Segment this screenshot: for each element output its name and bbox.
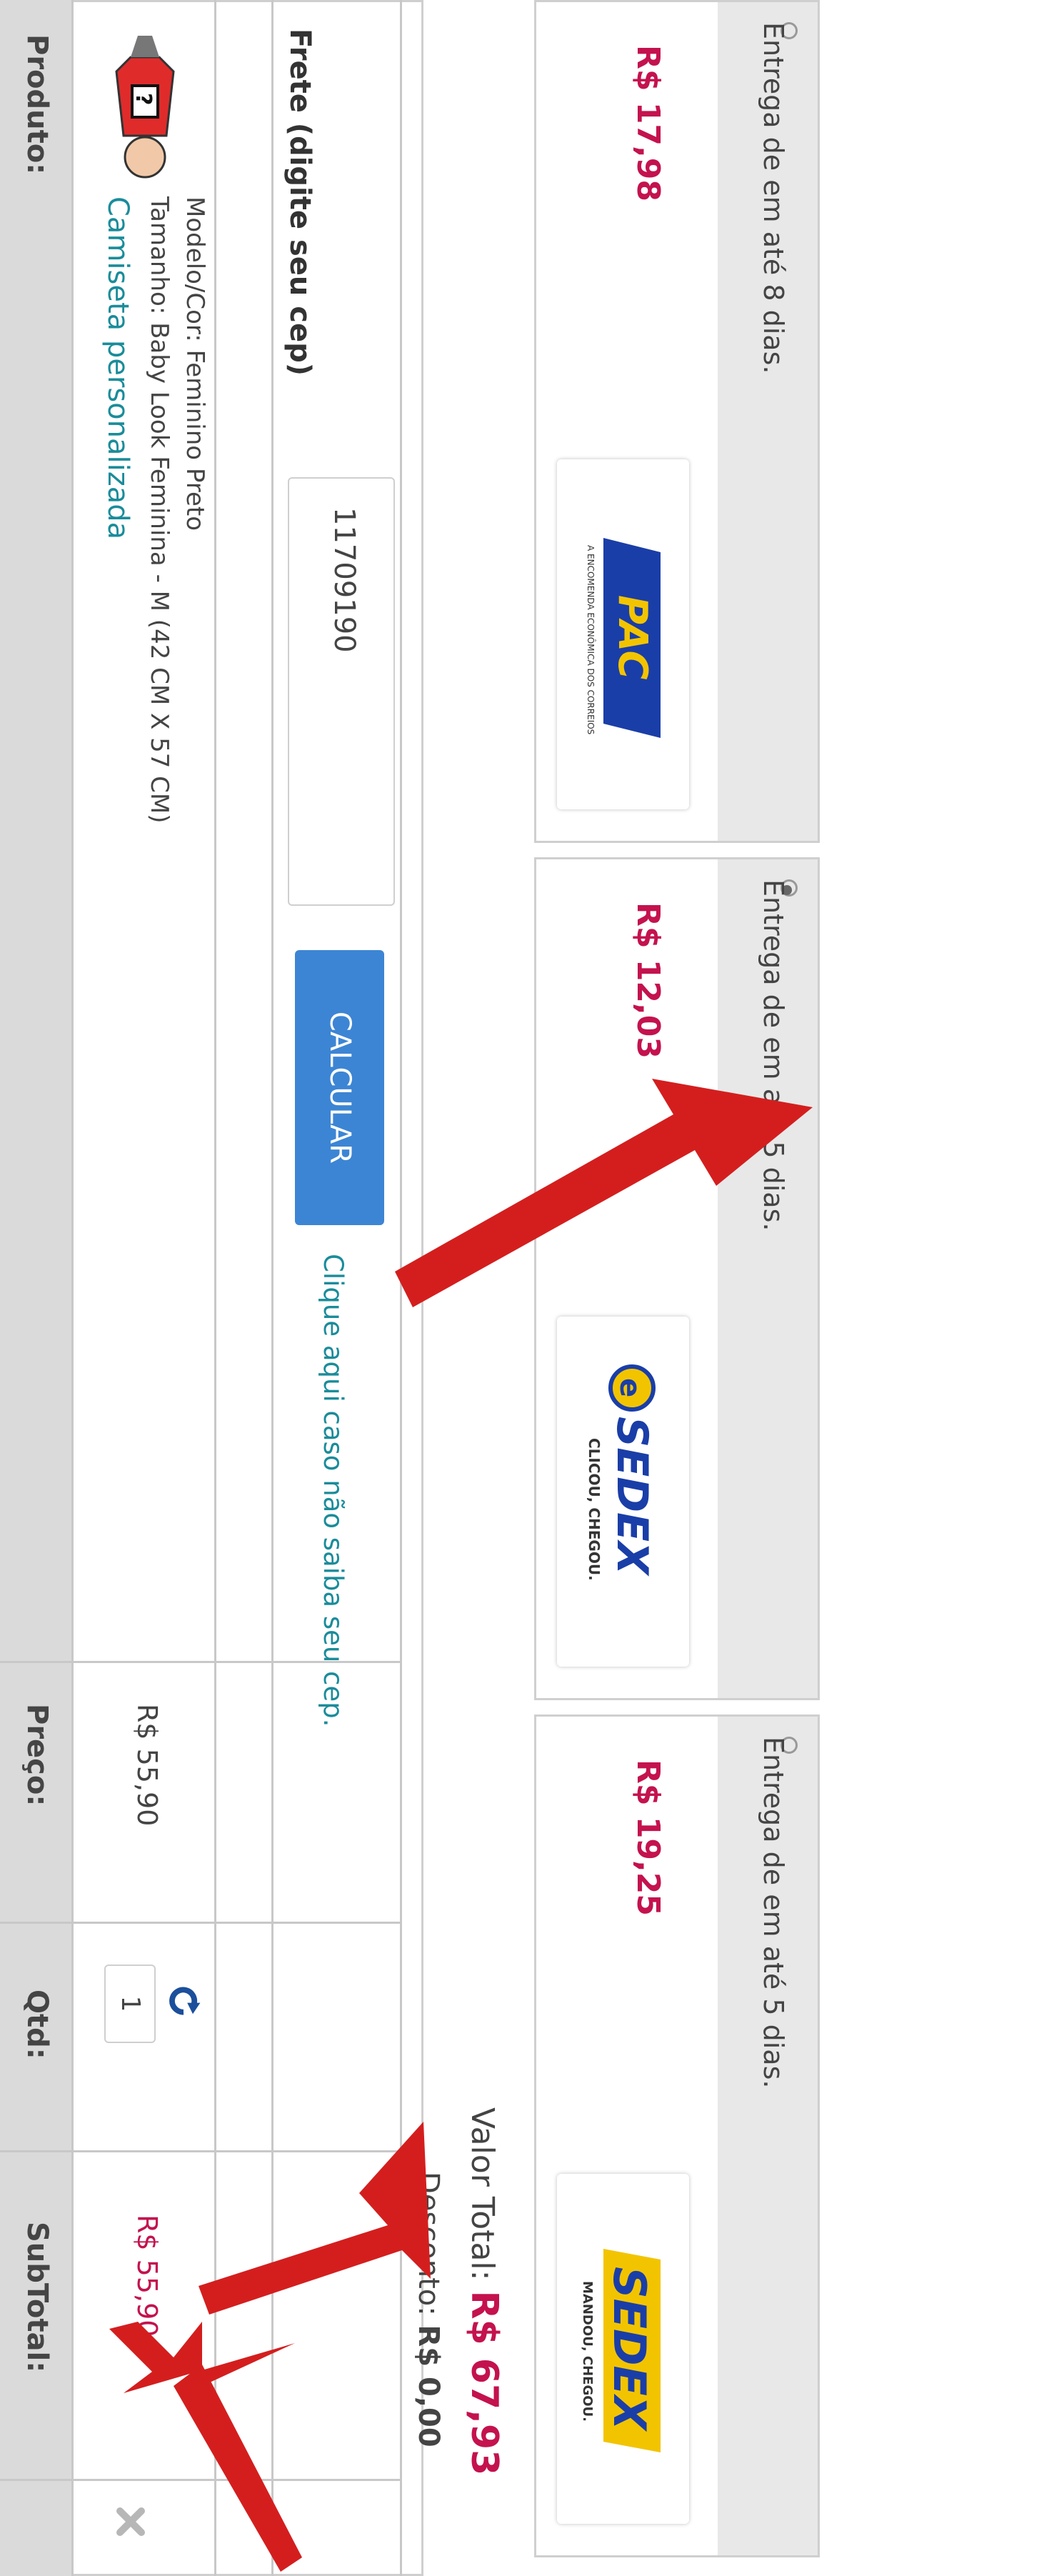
sedex2-logo-sub: MANDOU, CHEGOU. bbox=[580, 2281, 595, 2422]
shipping-option-sedex-standard[interactable]: R$ 19,25 Entrega de em até 5 dias. SEDEX… bbox=[534, 1714, 820, 2557]
refresh-icon[interactable] bbox=[165, 1982, 202, 2020]
item-price: R$ 55,90 bbox=[131, 1704, 163, 1827]
pac-logo-sub: A ENCOMENDA ECONÔMICA DOS CORREIOS bbox=[586, 545, 596, 734]
cep-input-value-wrap: 11709190 bbox=[289, 479, 393, 904]
total-value: R$ 67,93 bbox=[463, 2290, 506, 2476]
discount-value: R$ 0,00 bbox=[412, 2325, 445, 2447]
arrow-annotation bbox=[199, 2122, 431, 2315]
header-qty: Qtd: bbox=[21, 1990, 54, 2060]
product-model: Modelo/Cor: Feminino Preto bbox=[181, 196, 209, 531]
arrow-annotation bbox=[109, 2322, 302, 2572]
shipping-label: Frete (digite seu cep) bbox=[283, 29, 316, 376]
cep-value: 11709190 bbox=[328, 507, 361, 653]
total-row: Valor Total: R$ 67,93 bbox=[463, 2107, 506, 2475]
divider bbox=[0, 1922, 402, 1924]
product-size: Tamanho: Baby Look Feminina - M (42 CM X… bbox=[145, 196, 174, 824]
cep-input[interactable]: 11709190 bbox=[288, 477, 395, 906]
table-header: Produto: Preço: Qtd: SubTotal: bbox=[0, 0, 74, 2576]
cep-help-link[interactable]: Clique aqui caso não saiba seu cep. bbox=[318, 1254, 348, 1727]
quantity-input[interactable]: 1 bbox=[104, 1965, 156, 2043]
product-image: ? bbox=[115, 36, 175, 179]
pac-logo-text: PAC bbox=[609, 595, 656, 680]
calcular-button[interactable]: CALCULAR bbox=[295, 950, 384, 1225]
sedex-logo-text: SEDEX bbox=[607, 1417, 657, 1577]
option-price: R$ 17,98 bbox=[630, 45, 666, 201]
sedex2-logo-text: SEDEX bbox=[603, 2267, 656, 2432]
sedex-logo: SEDEX MANDOU, CHEGOU. bbox=[557, 2174, 689, 2524]
total-label: Valor Total: bbox=[464, 2107, 501, 2281]
svg-text:e: e bbox=[613, 1378, 646, 1397]
shipping-option-pac[interactable]: R$ 17,98 Entrega de em até 8 dias. PAC A… bbox=[534, 0, 820, 843]
divider bbox=[71, 0, 74, 2576]
header-subtotal: SubTotal: bbox=[21, 2222, 54, 2373]
pac-logo: PAC A ENCOMENDA ECONÔMICA DOS CORREIOS bbox=[557, 459, 689, 809]
option-price: R$ 19,25 bbox=[630, 1759, 666, 1916]
header-product: Produto: bbox=[21, 34, 54, 175]
option-delivery: Entrega de em até 8 dias. bbox=[758, 22, 789, 374]
arrow-annotation bbox=[395, 1079, 813, 1307]
rotated-cart-view: Produto: Preço: Qtd: SubTotal: ? Camiset… bbox=[0, 0, 1059, 2576]
svg-text:?: ? bbox=[131, 93, 156, 105]
sedex-logo: e SEDEX CLICOU, CHEGOU. bbox=[557, 1317, 689, 1667]
header-price: Preço: bbox=[21, 1704, 54, 1807]
product-name-link[interactable]: Camiseta personalizada bbox=[101, 196, 134, 539]
option-delivery: Entrega de em até 5 dias. bbox=[758, 1737, 789, 2089]
sedex-logo-sub: CLICOU, CHEGOU. bbox=[586, 1438, 603, 1581]
